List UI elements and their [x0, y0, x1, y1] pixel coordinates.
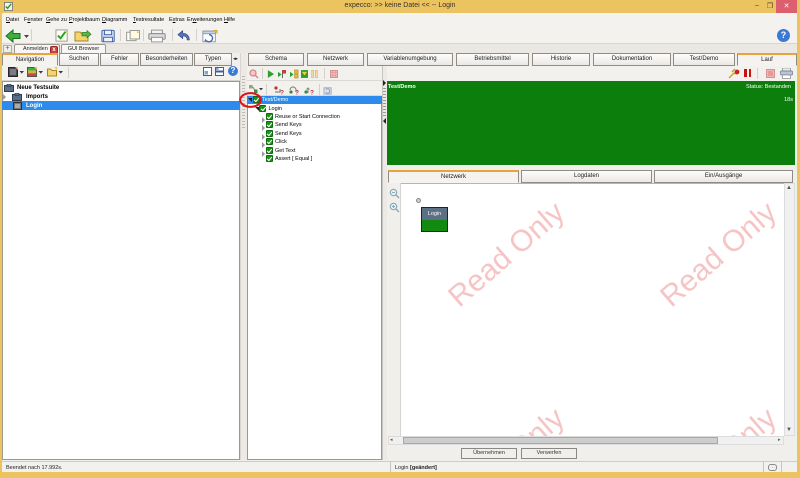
svg-text:?: ? [295, 90, 299, 96]
svg-text:?: ? [310, 90, 314, 96]
svg-text:?: ? [280, 90, 284, 96]
